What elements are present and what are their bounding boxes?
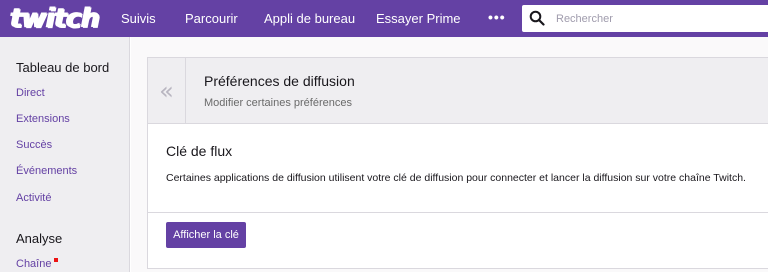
search-bar	[522, 5, 768, 32]
top-navigation-bar: twitch Suivis Parcourir Appli de bureau …	[0, 0, 768, 37]
show-key-button[interactable]: Afficher la clé	[166, 222, 246, 248]
sidebar: Tableau de bord Direct Extensions Succès…	[0, 37, 130, 272]
sidebar-item-achievements[interactable]: Succès	[16, 139, 52, 151]
more-menu-icon[interactable]: •••	[488, 0, 506, 37]
sidebar-item-events[interactable]: Événements	[16, 165, 77, 177]
nav-browse[interactable]: Parcourir	[185, 0, 238, 37]
sidebar-item-live[interactable]: Direct	[16, 87, 45, 99]
nav-desktop-app[interactable]: Appli de bureau	[264, 0, 355, 37]
nav-following[interactable]: Suivis	[121, 0, 156, 37]
page-header: « Préférences de diffusion Modifier cert…	[147, 57, 768, 124]
sidebar-heading-dashboard: Tableau de bord	[16, 60, 110, 75]
sidebar-item-channel[interactable]: Chaîne	[16, 258, 59, 270]
search-input[interactable]	[556, 5, 766, 32]
logo-text: twitch	[10, 2, 100, 34]
notification-dot-icon	[54, 258, 59, 262]
stream-key-card: Clé de flux Certaines applications de di…	[147, 124, 768, 269]
collapse-sidebar-icon[interactable]: «	[148, 58, 186, 123]
search-icon[interactable]	[529, 10, 545, 26]
page-title: Préférences de diffusion	[204, 73, 355, 89]
sidebar-heading-analytics: Analyse	[16, 231, 63, 246]
stream-key-title: Clé de flux	[166, 143, 233, 159]
divider	[148, 212, 768, 213]
nav-try-prime[interactable]: Essayer Prime	[376, 0, 461, 37]
stream-key-description: Certaines applications de diffusion util…	[166, 172, 746, 184]
twitch-logo[interactable]: twitch	[10, 2, 100, 34]
sidebar-item-extensions[interactable]: Extensions	[16, 113, 70, 125]
page-subtitle: Modifier certaines préférences	[204, 97, 352, 109]
sidebar-item-channel-label: Chaîne	[16, 258, 52, 270]
sidebar-item-activity[interactable]: Activité	[16, 192, 51, 204]
main-content: « Préférences de diffusion Modifier cert…	[131, 37, 768, 272]
